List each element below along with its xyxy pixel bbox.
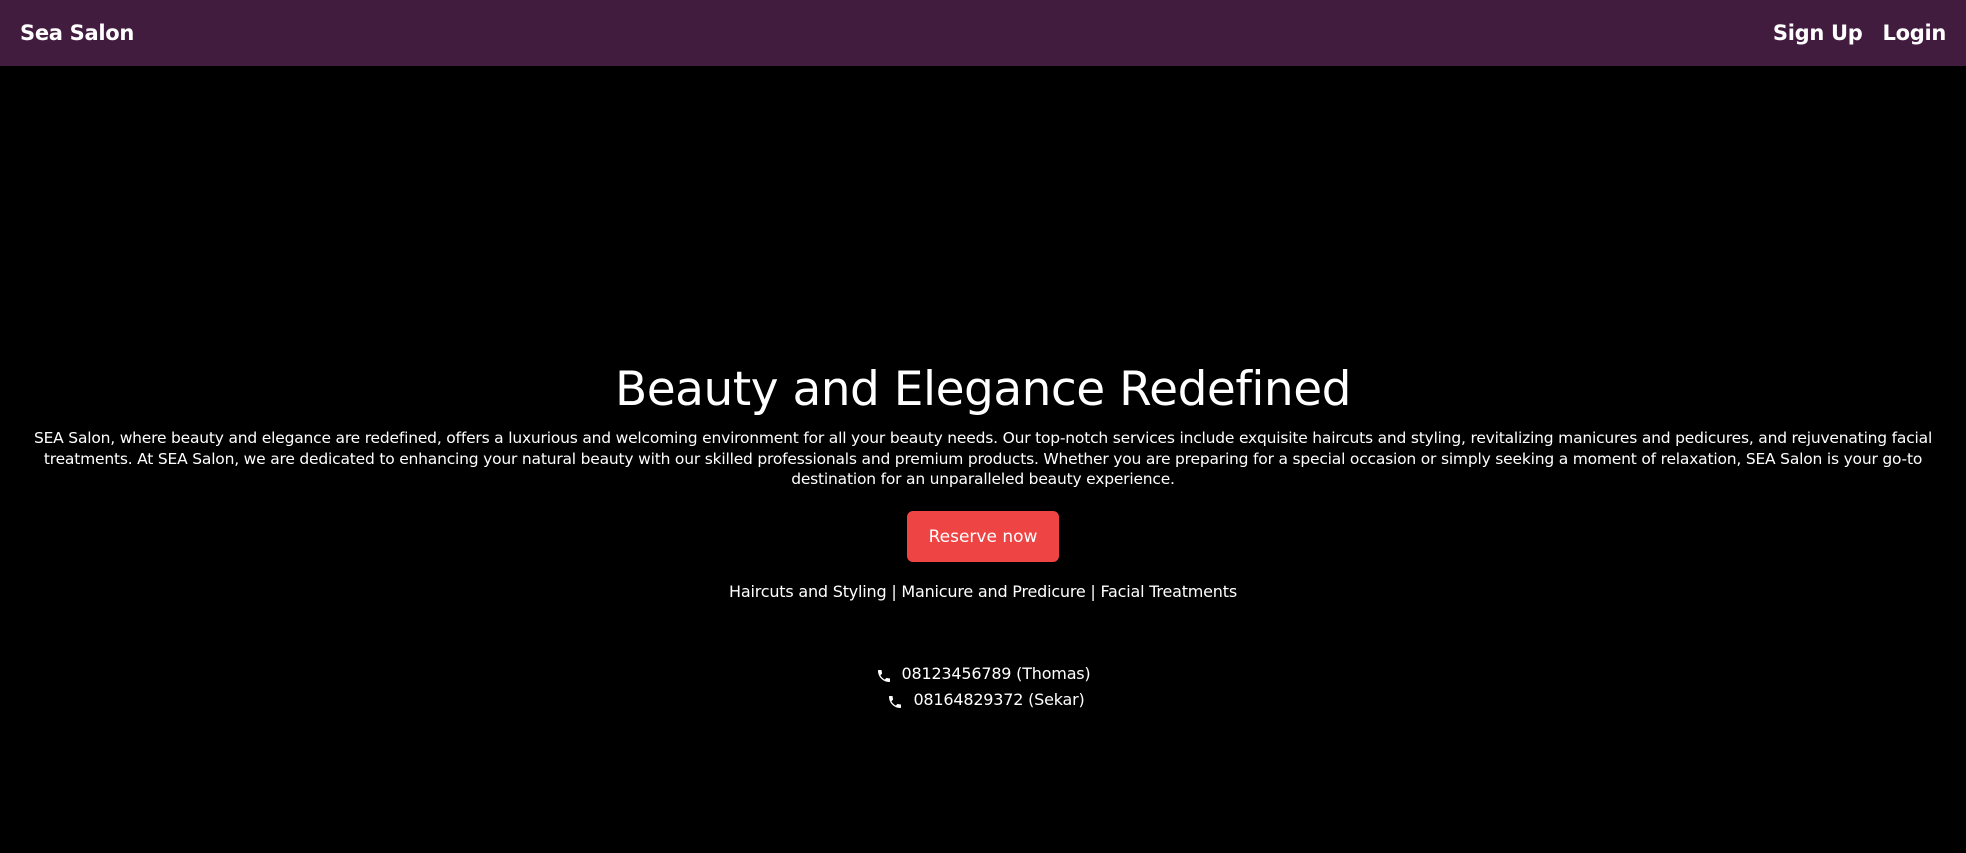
services-list: Haircuts and Styling | Manicure and Pred…	[729, 582, 1237, 601]
contact-item: 08123456789 (Thomas)	[876, 663, 1091, 685]
nav-links: Sign Up Login	[1773, 21, 1946, 45]
navbar: Sea Salon Sign Up Login	[0, 0, 1966, 66]
brand-logo-link[interactable]: Sea Salon	[20, 21, 134, 45]
phone-icon	[876, 668, 892, 684]
hero-title: Beauty and Elegance Redefined	[615, 362, 1351, 417]
hero-description: SEA Salon, where beauty and elegance are…	[33, 429, 1933, 488]
contact-list: 08123456789 (Thomas) 08164829372 (Sekar)	[0, 663, 1966, 711]
contact-item: 08164829372 (Sekar)	[887, 689, 1085, 711]
reserve-now-button[interactable]: Reserve now	[907, 511, 1059, 562]
hero-section: Beauty and Elegance Redefined SEA Salon,…	[0, 66, 1966, 853]
phone-icon	[887, 694, 903, 710]
contact-text: 08164829372 (Sekar)	[913, 690, 1085, 709]
login-link[interactable]: Login	[1883, 21, 1947, 45]
contact-text: 08123456789 (Thomas)	[901, 664, 1091, 683]
signup-link[interactable]: Sign Up	[1773, 21, 1863, 45]
